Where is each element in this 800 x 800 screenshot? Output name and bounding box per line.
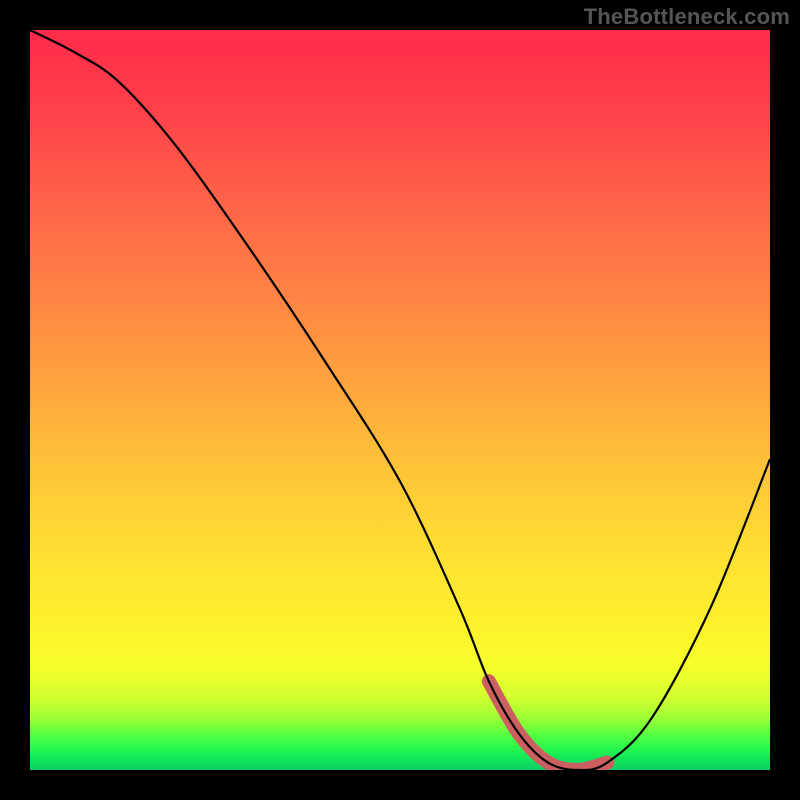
optimal-range-highlight xyxy=(489,681,607,770)
chart-frame: TheBottleneck.com xyxy=(0,0,800,800)
plot-area xyxy=(30,30,770,770)
bottleneck-curve xyxy=(30,30,770,770)
curve-svg xyxy=(30,30,770,770)
watermark-text: TheBottleneck.com xyxy=(584,4,790,30)
